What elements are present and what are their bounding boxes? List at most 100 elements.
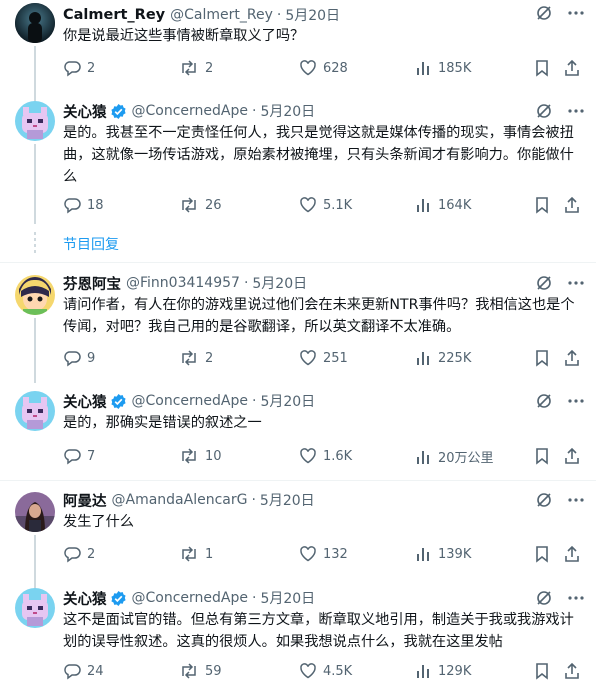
like-button[interactable]: 5.1K (299, 196, 352, 214)
more-icon[interactable] (566, 273, 586, 293)
views-button[interactable]: 185K (414, 59, 471, 77)
retweet-button[interactable]: 2 (179, 349, 213, 367)
views-button[interactable]: 129K (414, 662, 471, 680)
more-icon[interactable] (566, 101, 586, 121)
bookmark-button[interactable] (534, 59, 556, 77)
display-name[interactable]: 阿曼达 (63, 490, 107, 511)
bookmark-button[interactable] (534, 349, 556, 367)
tweet-date[interactable]: 5月20日 (260, 101, 315, 121)
show-replies-link[interactable]: 节目回复 (63, 234, 119, 254)
tweet-text: 请问作者，有人在你的游戏里说过他们会在未来更新NTR事件吗？我相信这也是个传闻，… (63, 297, 575, 335)
user-handle[interactable]: @ConcernedApe (132, 393, 248, 409)
user-handle[interactable]: @Finn03414957 (126, 275, 240, 291)
share-button[interactable] (563, 59, 587, 77)
retweet-count: 59 (205, 663, 222, 679)
share-button[interactable] (563, 447, 587, 465)
avatar[interactable] (15, 3, 55, 43)
reply-button[interactable]: 7 (63, 447, 95, 465)
silhouette-avatar (15, 3, 55, 43)
share-icon (565, 59, 579, 76)
bookmark-button[interactable] (534, 545, 556, 563)
avatar[interactable] (15, 492, 55, 532)
avatar[interactable] (15, 588, 55, 628)
tweet-actions: 7 10 1.6K 20万公里 (63, 447, 583, 467)
share-button[interactable] (563, 196, 587, 214)
tweet-top-icons (534, 101, 586, 121)
like-button[interactable]: 132 (299, 545, 348, 563)
grok-icon[interactable] (534, 490, 554, 510)
retweet-button[interactable]: 10 (179, 447, 222, 465)
like-button[interactable]: 4.5K (299, 662, 352, 680)
user-handle[interactable]: @ConcernedApe (132, 103, 248, 119)
display-name[interactable]: 芬恩阿宝 (63, 273, 121, 294)
like-button[interactable]: 1.6K (299, 447, 352, 465)
reply-button[interactable]: 2 (63, 59, 95, 77)
tweet-date[interactable]: 5月20日 (260, 391, 315, 411)
like-button[interactable]: 251 (299, 349, 348, 367)
reply-button[interactable]: 2 (63, 545, 95, 563)
more-icon[interactable] (566, 490, 586, 510)
retweet-button[interactable]: 2 (179, 59, 213, 77)
views-button[interactable]: 20万公里 (414, 447, 494, 466)
tweet[interactable]: 关心猿 @ConcernedApe · 5月20日 是的。我甚至不一定责怪任何人… (0, 101, 596, 226)
share-button[interactable] (563, 349, 587, 367)
reply-count: 18 (87, 197, 104, 213)
bookmark-button[interactable] (534, 447, 556, 465)
user-handle[interactable]: @AmandaAlencarG (112, 492, 248, 508)
views-icon (417, 665, 429, 678)
tweet[interactable]: 关心猿 @ConcernedApe · 5月20日 是的，那确实是错误的叙述之一… (0, 391, 596, 471)
grok-icon[interactable] (534, 273, 554, 293)
grok-icon[interactable] (534, 3, 554, 23)
more-icon[interactable] (566, 391, 586, 411)
bookmark-icon (536, 448, 548, 465)
grok-icon[interactable] (534, 391, 554, 411)
tweet-date[interactable]: 5月20日 (260, 588, 315, 608)
more-icon[interactable] (566, 588, 586, 608)
avatar[interactable] (15, 101, 55, 141)
share-icon (565, 447, 579, 464)
retweet-count: 10 (205, 448, 222, 464)
tweet[interactable]: 阿曼达 @AmandaAlencarG · 5月20日 发生了什么 2 1 13… (0, 490, 596, 590)
thread-dotted-line (34, 232, 36, 254)
views-button[interactable]: 139K (414, 545, 471, 563)
bookmark-button[interactable] (534, 662, 556, 680)
reply-button[interactable]: 18 (63, 196, 104, 214)
bookmark-icon (536, 663, 548, 680)
avatar[interactable] (15, 391, 55, 431)
tweet-date[interactable]: 5月20日 (252, 273, 307, 293)
retweet-button[interactable]: 59 (179, 662, 222, 680)
avatar[interactable] (15, 275, 55, 315)
more-icon[interactable] (566, 3, 586, 23)
retweet-button[interactable]: 1 (179, 545, 213, 563)
verified-badge-icon (110, 393, 126, 409)
grok-icon[interactable] (534, 101, 554, 121)
display-name[interactable]: 关心猿 (63, 391, 107, 412)
heart-icon (300, 60, 316, 76)
share-button[interactable] (563, 662, 587, 680)
tweet[interactable]: 关心猿 @ConcernedApe · 5月20日 这不是面试官的错。但总有第三… (0, 588, 596, 694)
tweet-header: 关心猿 @ConcernedApe · 5月20日 (63, 391, 315, 411)
reply-button[interactable]: 24 (63, 662, 104, 680)
reply-button[interactable]: 9 (63, 349, 95, 367)
views-count: 20万公里 (438, 451, 494, 466)
display-name[interactable]: 关心猿 (63, 101, 107, 122)
tweet[interactable]: 芬恩阿宝 @Finn03414957 · 5月20日 请问作者，有人在你的游戏里… (0, 273, 596, 383)
views-button[interactable]: 225K (414, 349, 471, 367)
tweet[interactable]: Calmert_Rey @Calmert_Rey · 5月20日 你是说最近这些… (0, 0, 596, 106)
display-name[interactable]: 关心猿 (63, 588, 107, 609)
user-handle[interactable]: @Calmert_Rey (170, 7, 273, 23)
retweet-button[interactable]: 26 (179, 196, 222, 214)
tweet-date[interactable]: 5月20日 (260, 490, 315, 510)
share-icon (565, 349, 579, 366)
reply-icon (64, 547, 81, 563)
share-button[interactable] (563, 545, 587, 563)
retweet-count: 2 (205, 350, 214, 366)
tweet-date[interactable]: 5月20日 (285, 5, 340, 25)
bookmark-button[interactable] (534, 196, 556, 214)
user-handle[interactable]: @ConcernedApe (132, 590, 248, 606)
like-button[interactable]: 628 (299, 59, 348, 77)
display-name[interactable]: Calmert_Rey (63, 7, 165, 23)
views-button[interactable]: 164K (414, 196, 471, 214)
grok-icon[interactable] (534, 588, 554, 608)
bookmark-icon (536, 546, 548, 563)
